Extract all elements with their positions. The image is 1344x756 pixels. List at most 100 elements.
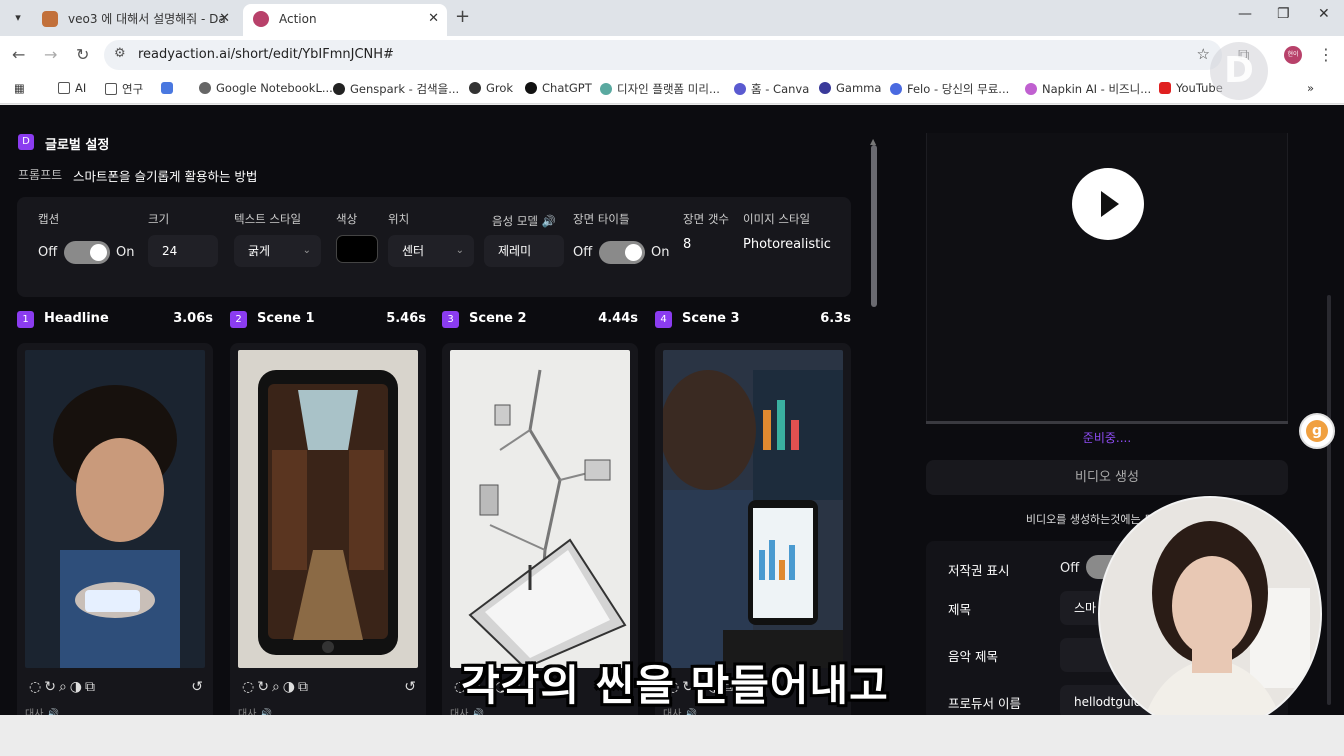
translate-icon[interactable] — [161, 81, 178, 95]
minimize-icon[interactable]: — — [1238, 6, 1252, 22]
text-style-label: 텍스트 스타일 — [234, 212, 302, 226]
speaker-icon[interactable]: 🔊 — [542, 214, 556, 228]
forward-icon[interactable]: → — [44, 45, 57, 64]
apps-icon[interactable]: ▦ — [14, 81, 25, 95]
presenter-webcam — [1098, 496, 1322, 732]
bottom-strip — [0, 715, 1344, 756]
scene-title-on-label: On — [651, 245, 670, 260]
scene-number-badge: 3 — [442, 311, 459, 328]
bookmark-ai[interactable]: AI — [58, 81, 86, 95]
restore-icon[interactable]: ❐ — [1277, 6, 1290, 22]
canva-icon — [734, 83, 746, 95]
new-tab-icon[interactable]: + — [455, 6, 470, 27]
scene-duration: 4.44s — [598, 311, 638, 326]
extension-overlay-icon: D — [1210, 42, 1268, 100]
caption-off-label: Off — [38, 245, 58, 260]
voice-model-label: 음성 모델 🔊 — [492, 214, 556, 228]
scene-tools[interactable]: ◌↻⌕◑⧉ — [29, 679, 98, 695]
text-style-select[interactable]: 굵게 ⌄ — [234, 235, 321, 267]
scene-title-label: 장면 타이틀 — [573, 212, 630, 226]
floating-g-icon[interactable]: g — [1299, 413, 1335, 449]
prompt-value[interactable]: 스마트폰을 슬기롭게 활용하는 방법 — [73, 166, 257, 185]
bookmark-chatgpt[interactable]: ChatGPT — [525, 81, 592, 95]
scene-duration: 5.46s — [386, 311, 426, 326]
close-window-icon[interactable]: ✕ — [1318, 6, 1330, 22]
folder-icon — [58, 82, 70, 94]
reload-icon[interactable]: ↻ — [76, 45, 89, 64]
globe-icon — [199, 82, 211, 94]
url-field[interactable]: ⚙ readyaction.ai/short/edit/YbIFmnJCNH# … — [104, 40, 1222, 70]
profile-avatar[interactable]: 현이 — [1284, 46, 1302, 64]
chevron-down-icon: ⌄ — [455, 245, 464, 256]
image-style-value[interactable]: Photorealistic — [743, 237, 831, 252]
bookmarks-bar: ▦ AI 연구 Google NotebookL... Genspark - 검… — [0, 74, 1344, 104]
close-tab-icon[interactable]: ✕ — [219, 4, 230, 34]
scene-number-badge: 4 — [655, 311, 672, 328]
generate-video-button[interactable]: 비디오 생성 — [926, 460, 1288, 495]
scene-title-off-label: Off — [573, 245, 593, 260]
bookmark-notebooklm[interactable]: Google NotebookL... — [199, 81, 333, 95]
scene-image-boy-phone[interactable] — [25, 350, 205, 668]
site-info-icon[interactable]: ⚙ — [114, 46, 126, 61]
global-settings-badge: D — [18, 134, 34, 150]
napkin-icon — [1025, 83, 1037, 95]
scene-header-1: 2 Scene 1 5.46s — [230, 310, 426, 330]
bookmark-felo[interactable]: Felo - 당신의 무료... — [890, 81, 1009, 97]
tab-title: Action — [279, 12, 317, 26]
tab-bar: ▾ veo3 에 대해서 설명해줘 - Da ✕ Action ✕ + — ❐ … — [0, 0, 1344, 36]
right-scrollbar[interactable] — [1327, 295, 1331, 705]
url-text: readyaction.ai/short/edit/YbIFmnJCNH# — [138, 47, 394, 62]
caption-toggle[interactable] — [64, 241, 110, 264]
video-progress-bar[interactable] — [926, 421, 1288, 424]
title-label: 제목 — [948, 602, 972, 617]
size-label: 크기 — [148, 212, 170, 226]
scene-number-badge: 2 — [230, 311, 247, 328]
chatgpt-icon — [525, 82, 537, 94]
favicon-icon — [42, 11, 58, 27]
scene-count-value[interactable]: 8 — [683, 237, 691, 252]
caption-on-label: On — [116, 245, 135, 260]
scrollbar[interactable] — [871, 145, 877, 307]
dialog-label: 대사 🔊 — [238, 705, 272, 715]
bookmark-canva[interactable]: 홈 - Canva — [734, 81, 809, 97]
caption-color-swatch[interactable] — [336, 235, 378, 263]
tab-action[interactable]: Action ✕ — [243, 4, 447, 36]
tab-veo3[interactable]: veo3 에 대해서 설명해줘 - Da ✕ — [32, 4, 238, 36]
scene-title-toggle[interactable] — [599, 241, 645, 264]
tab-search-icon[interactable]: ▾ — [8, 8, 28, 28]
bookmark-research[interactable]: 연구 — [105, 81, 143, 97]
felo-icon — [890, 83, 902, 95]
bookmark-genspark[interactable]: Genspark - 검색을... — [333, 81, 459, 97]
scene-card-headline[interactable]: ◌↻⌕◑⧉ ↺ 대사 🔊 — [17, 343, 213, 715]
bookmark-gamma[interactable]: Gamma — [819, 81, 881, 95]
scene-image-man-charts[interactable] — [663, 350, 843, 668]
back-icon[interactable]: ← — [12, 45, 25, 64]
toggle-knob — [90, 244, 107, 261]
bookmark-design[interactable]: 디자인 플랫폼 미리... — [600, 81, 720, 97]
scene-name: Scene 2 — [469, 311, 527, 326]
history-icon[interactable]: ↺ — [191, 679, 203, 695]
scene-image-phone-library[interactable] — [238, 350, 418, 668]
scene-header-2: 3 Scene 2 4.44s — [442, 310, 638, 330]
toggle-knob — [625, 244, 642, 261]
gamma-icon — [819, 82, 831, 94]
close-tab-icon[interactable]: ✕ — [428, 4, 439, 34]
bookmark-napkin[interactable]: Napkin AI - 비즈니... — [1025, 81, 1151, 97]
subtitle-overlay: 각각의 씬을 만들어내고 — [461, 661, 889, 710]
bookmark-grok[interactable]: Grok — [469, 81, 513, 95]
more-bookmarks-icon[interactable]: » — [1307, 81, 1314, 95]
global-settings-title: 글로벌 설정 — [45, 138, 110, 153]
play-button[interactable] — [1072, 168, 1144, 240]
position-select[interactable]: 센터 ⌄ — [388, 235, 474, 267]
voice-model-select[interactable]: 제레미 — [484, 235, 564, 267]
scene-image-sketch-phone[interactable] — [450, 350, 630, 668]
size-input[interactable]: 24 — [148, 235, 218, 267]
scene-duration: 6.3s — [820, 311, 851, 326]
address-bar: ← → ↻ ⚙ readyaction.ai/short/edit/YbIFmn… — [0, 36, 1344, 74]
menu-icon[interactable]: ⋮ — [1318, 45, 1334, 64]
settings-panel: 캡션 Off On 크기 24 텍스트 스타일 굵게 ⌄ 색상 위치 센터 ⌄ 음성… — [17, 197, 851, 297]
scene-tools[interactable]: ◌↻⌕◑⧉ — [242, 679, 311, 695]
bookmark-star-icon[interactable]: ☆ — [1197, 45, 1210, 63]
scene-name: Scene 1 — [257, 311, 315, 326]
copyright-off-label: Off — [1060, 561, 1080, 576]
